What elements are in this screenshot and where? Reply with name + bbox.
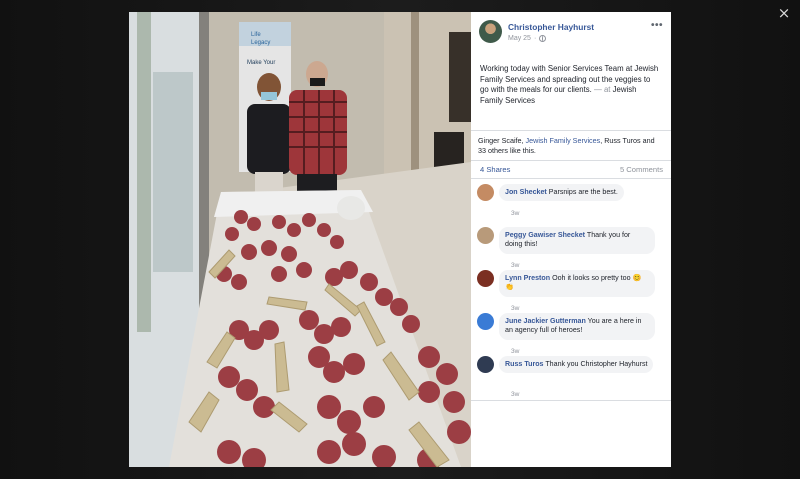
divider <box>471 178 671 179</box>
comment-time[interactable]: 3w <box>511 210 519 217</box>
post-sidebar: Christopher Hayhurst May 25 · ••• Workin… <box>471 12 671 467</box>
comment-text: Thank you Christopher Hayhurst <box>545 360 648 368</box>
more-options-icon[interactable]: ••• <box>651 20 663 31</box>
comment-time[interactable]: 3w <box>511 391 519 398</box>
comments-list: Jon Shecket Parsnips are the best. 3w Pegg… <box>477 184 667 399</box>
comment-item: Russ Turos Thank you Christopher Hayhurs… <box>477 356 667 399</box>
comment-item: Lynn Preston Ooh it looks so pretty too … <box>477 270 667 313</box>
post-text: Working today with Senior Services Team … <box>480 64 660 106</box>
photo-viewer: Life Legacy Make Your Christopher Hayhur… <box>129 12 671 467</box>
comment-text: Parsnips are the best. <box>548 188 618 196</box>
comment-bubble: Lynn Preston Ooh it looks so pretty too … <box>499 270 655 297</box>
post-header: Christopher Hayhurst May 25 · ••• <box>479 20 665 50</box>
author-name[interactable]: Christopher Hayhurst <box>508 22 594 32</box>
comment-bubble: June Jackier Gutterman You are a here in… <box>499 313 655 340</box>
shares-link[interactable]: 4 Shares <box>480 165 510 174</box>
author-avatar[interactable] <box>479 20 502 43</box>
commenter-avatar[interactable] <box>477 356 494 373</box>
divider <box>471 160 671 161</box>
likes-summary[interactable]: Ginger Scaife, Jewish Family Services, R… <box>478 136 664 156</box>
comment-bubble: Peggy Gawiser Shecket Thank you for doin… <box>499 227 655 254</box>
comment-time[interactable]: 3w <box>511 348 519 355</box>
comments-count[interactable]: 5 Comments <box>620 165 663 174</box>
photo-image: Life Legacy Make Your <box>129 12 471 467</box>
globe-icon[interactable] <box>539 35 547 42</box>
comment-bubble: Russ Turos Thank you Christopher Hayhurs… <box>499 356 654 374</box>
divider <box>471 400 671 401</box>
post-photo[interactable]: Life Legacy Make Your <box>129 12 471 467</box>
likes-link[interactable]: Jewish Family Services <box>526 136 601 145</box>
post-meta: May 25 · <box>508 35 547 42</box>
post-date[interactable]: May 25 <box>508 35 531 42</box>
commenter-avatar[interactable] <box>477 270 494 287</box>
comment-time[interactable]: 3w <box>511 262 519 269</box>
comment-author[interactable]: Lynn Preston <box>505 274 550 282</box>
comment-item: June Jackier Gutterman You are a here in… <box>477 313 667 356</box>
comment-time[interactable]: 3w <box>511 305 519 312</box>
commenter-avatar[interactable] <box>477 227 494 244</box>
close-icon[interactable]: × <box>774 3 794 23</box>
comment-item: Jon Shecket Parsnips are the best. 3w <box>477 184 667 227</box>
comment-author[interactable]: June Jackier Gutterman <box>505 317 586 325</box>
likes-names-before: Ginger Scaife, <box>478 136 526 145</box>
comment-item: Peggy Gawiser Shecket Thank you for doin… <box>477 227 667 270</box>
meta-dot: · <box>533 35 537 42</box>
comment-bubble: Jon Shecket Parsnips are the best. <box>499 184 624 202</box>
comment-author[interactable]: Jon Shecket <box>505 188 547 196</box>
engagement-counts: 4 Shares 5 Comments <box>480 165 663 174</box>
location-prefix: — at <box>591 85 613 95</box>
commenter-avatar[interactable] <box>477 313 494 330</box>
divider <box>471 130 671 131</box>
comment-author[interactable]: Peggy Gawiser Shecket <box>505 231 585 239</box>
commenter-avatar[interactable] <box>477 184 494 201</box>
comment-author[interactable]: Russ Turos <box>505 360 544 368</box>
